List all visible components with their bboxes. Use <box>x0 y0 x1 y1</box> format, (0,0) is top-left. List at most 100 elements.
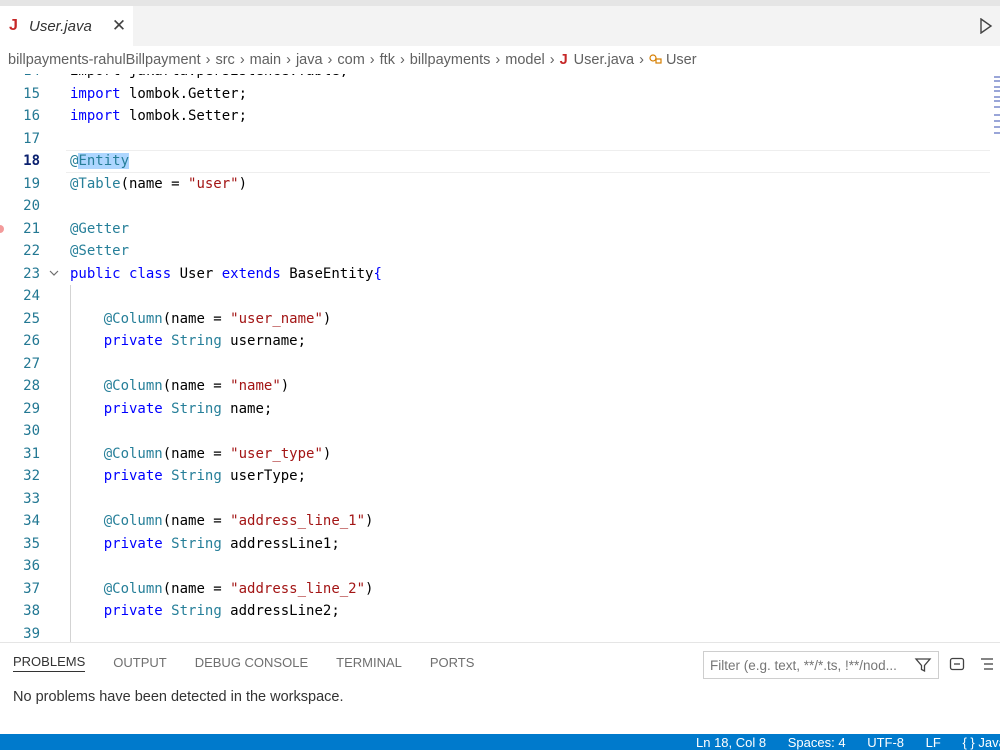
breadcrumb-item[interactable]: com <box>337 52 364 68</box>
code-line[interactable]: 24 <box>0 285 990 308</box>
indent-guide <box>70 352 71 375</box>
close-icon[interactable]: ✕ <box>112 16 126 36</box>
indent-guide <box>70 487 71 510</box>
code-line[interactable]: 25 @Column(name = "user_name") <box>0 307 990 331</box>
breadcrumb-item[interactable]: java <box>296 52 323 68</box>
breadcrumb-class[interactable]: User <box>666 52 697 68</box>
breadcrumb-item[interactable]: billpayments-rahulBillpayment <box>8 52 201 68</box>
line-number: 31 <box>23 445 40 462</box>
collapse-all-icon[interactable] <box>948 655 966 673</box>
line-number: 27 <box>23 355 40 372</box>
code-line[interactable]: 20 <box>0 195 990 218</box>
keyword: private <box>103 603 163 619</box>
breadcrumb-file[interactable]: User.java <box>574 52 634 68</box>
line-number: 32 <box>23 468 40 484</box>
chevron-right-icon: › <box>369 52 375 68</box>
status-indentation[interactable]: Spaces: 4 <box>788 735 846 750</box>
editor-tab-bar: J User.java ✕ <box>0 6 1000 46</box>
annotation: @Column <box>103 445 163 462</box>
code-text: @Table(name = "user") <box>70 173 247 196</box>
line-number: 29 <box>23 400 40 417</box>
code-line[interactable]: 29 private String name; <box>0 397 990 420</box>
breadcrumb-item[interactable]: ftk <box>380 52 395 68</box>
code-line[interactable]: 31 @Column(name = "user_type") <box>0 442 990 465</box>
status-bar: Ln 18, Col 8 Spaces: 4 UTF-8 LF { } Java <box>0 734 1000 750</box>
field-name: userType; <box>221 468 307 484</box>
chevron-right-icon: › <box>327 52 333 68</box>
code-line[interactable]: 35 private String addressLine1; <box>0 532 990 555</box>
code-line[interactable]: 14 import jakarta.persistence.Table; <box>0 74 990 83</box>
annotation: @Column <box>103 378 163 394</box>
code-line[interactable]: 15 import lombok.Getter; <box>0 83 990 106</box>
code-text: @Entity <box>70 150 130 173</box>
code-token: (name = <box>162 378 231 394</box>
breadcrumb-item[interactable]: model <box>505 52 545 68</box>
code-line[interactable]: 21 @Getter <box>0 218 990 241</box>
line-number: 33 <box>23 490 40 507</box>
breadcrumb-item[interactable]: main <box>250 52 281 68</box>
annotation: @Column <box>103 580 163 597</box>
indent-guide <box>70 622 71 642</box>
code-line[interactable]: 33 <box>0 487 990 510</box>
brace: { <box>373 265 382 282</box>
code-line[interactable]: 19 @Table(name = "user") <box>0 173 990 196</box>
keyword: private <box>103 535 163 552</box>
status-language[interactable]: { } Java <box>962 735 1000 750</box>
tab-user-java[interactable]: J User.java ✕ <box>0 6 133 46</box>
tab-debug-console[interactable]: DEBUG CONSOLE <box>195 655 308 672</box>
breadcrumb-item[interactable]: src <box>215 52 234 68</box>
run-icon[interactable] <box>976 14 996 38</box>
string-literal: "user" <box>188 175 239 192</box>
problems-message: No problems have been detected in the wo… <box>13 689 344 705</box>
keyword: extends <box>221 265 281 282</box>
minimap[interactable] <box>992 74 1000 154</box>
keyword: import <box>70 108 121 124</box>
breadcrumb-item[interactable]: billpayments <box>410 52 491 68</box>
code-line[interactable]: 32 private String userType; <box>0 465 990 488</box>
java-file-icon: J <box>559 52 568 68</box>
view-as-list-icon[interactable] <box>978 655 996 673</box>
tab-ports[interactable]: PORTS <box>430 655 475 672</box>
type-name: String <box>171 400 222 417</box>
code-line[interactable]: 39 <box>0 622 990 642</box>
code-token: ) <box>322 310 332 327</box>
keyword: private <box>103 468 163 484</box>
code-line[interactable]: 34 @Column(name = "address_line_1") <box>0 510 990 533</box>
class-icon <box>649 53 663 68</box>
tab-output[interactable]: OUTPUT <box>113 655 166 672</box>
tab-problems[interactable]: PROBLEMS <box>13 654 86 672</box>
code-line[interactable]: 38 private String addressLine2; <box>0 600 990 623</box>
filter-icon[interactable] <box>914 656 932 677</box>
line-number: 39 <box>23 625 40 642</box>
code-line[interactable]: 17 <box>0 128 990 151</box>
code-line[interactable]: 28 @Column(name = "name") <box>0 375 990 398</box>
problems-filter-input[interactable]: Filter (e.g. text, **/*.ts, !**/nod... <box>703 651 939 679</box>
type-name: String <box>171 468 222 484</box>
line-number: 17 <box>23 130 40 147</box>
string-literal: "address_line_2" <box>230 580 366 597</box>
code-line[interactable]: 16 import lombok.Setter; <box>0 105 990 128</box>
code-text: @Column(name = "address_line_1") <box>70 510 374 533</box>
code-line[interactable]: 22 @Setter <box>0 240 990 263</box>
bottom-panel: PROBLEMS OUTPUT DEBUG CONSOLE TERMINAL PORTS… <box>0 642 1000 734</box>
code-line[interactable]: 18 @Entity <box>0 150 990 173</box>
code-line[interactable]: 37 @Column(name = "address_line_2") <box>0 577 990 600</box>
code-editor[interactable]: 14 import jakarta.persistence.Table; 15 imp… <box>0 74 1000 642</box>
code-line[interactable]: 30 <box>0 420 990 443</box>
code-token: (name = <box>162 310 231 327</box>
code-text: private String userType; <box>70 465 306 488</box>
status-encoding[interactable]: UTF-8 <box>867 735 904 750</box>
status-cursor-position[interactable]: Ln 18, Col 8 <box>696 735 766 750</box>
code-text: import lombok.Setter; <box>70 105 247 128</box>
code-line[interactable]: 36 <box>0 555 990 578</box>
chevron-down-icon[interactable] <box>49 263 59 286</box>
status-eol[interactable]: LF <box>926 735 941 750</box>
chevron-right-icon: › <box>495 52 501 68</box>
code-line[interactable]: 23 public class User extends BaseEntity{ <box>0 263 990 286</box>
code-line[interactable]: 27 <box>0 352 990 375</box>
string-literal: "user_name" <box>230 310 323 327</box>
tab-terminal[interactable]: TERMINAL <box>336 655 402 672</box>
chevron-right-icon: › <box>399 52 405 68</box>
code-line[interactable]: 26 private String username; <box>0 330 990 353</box>
code-text: @Column(name = "user_name") <box>70 308 332 331</box>
